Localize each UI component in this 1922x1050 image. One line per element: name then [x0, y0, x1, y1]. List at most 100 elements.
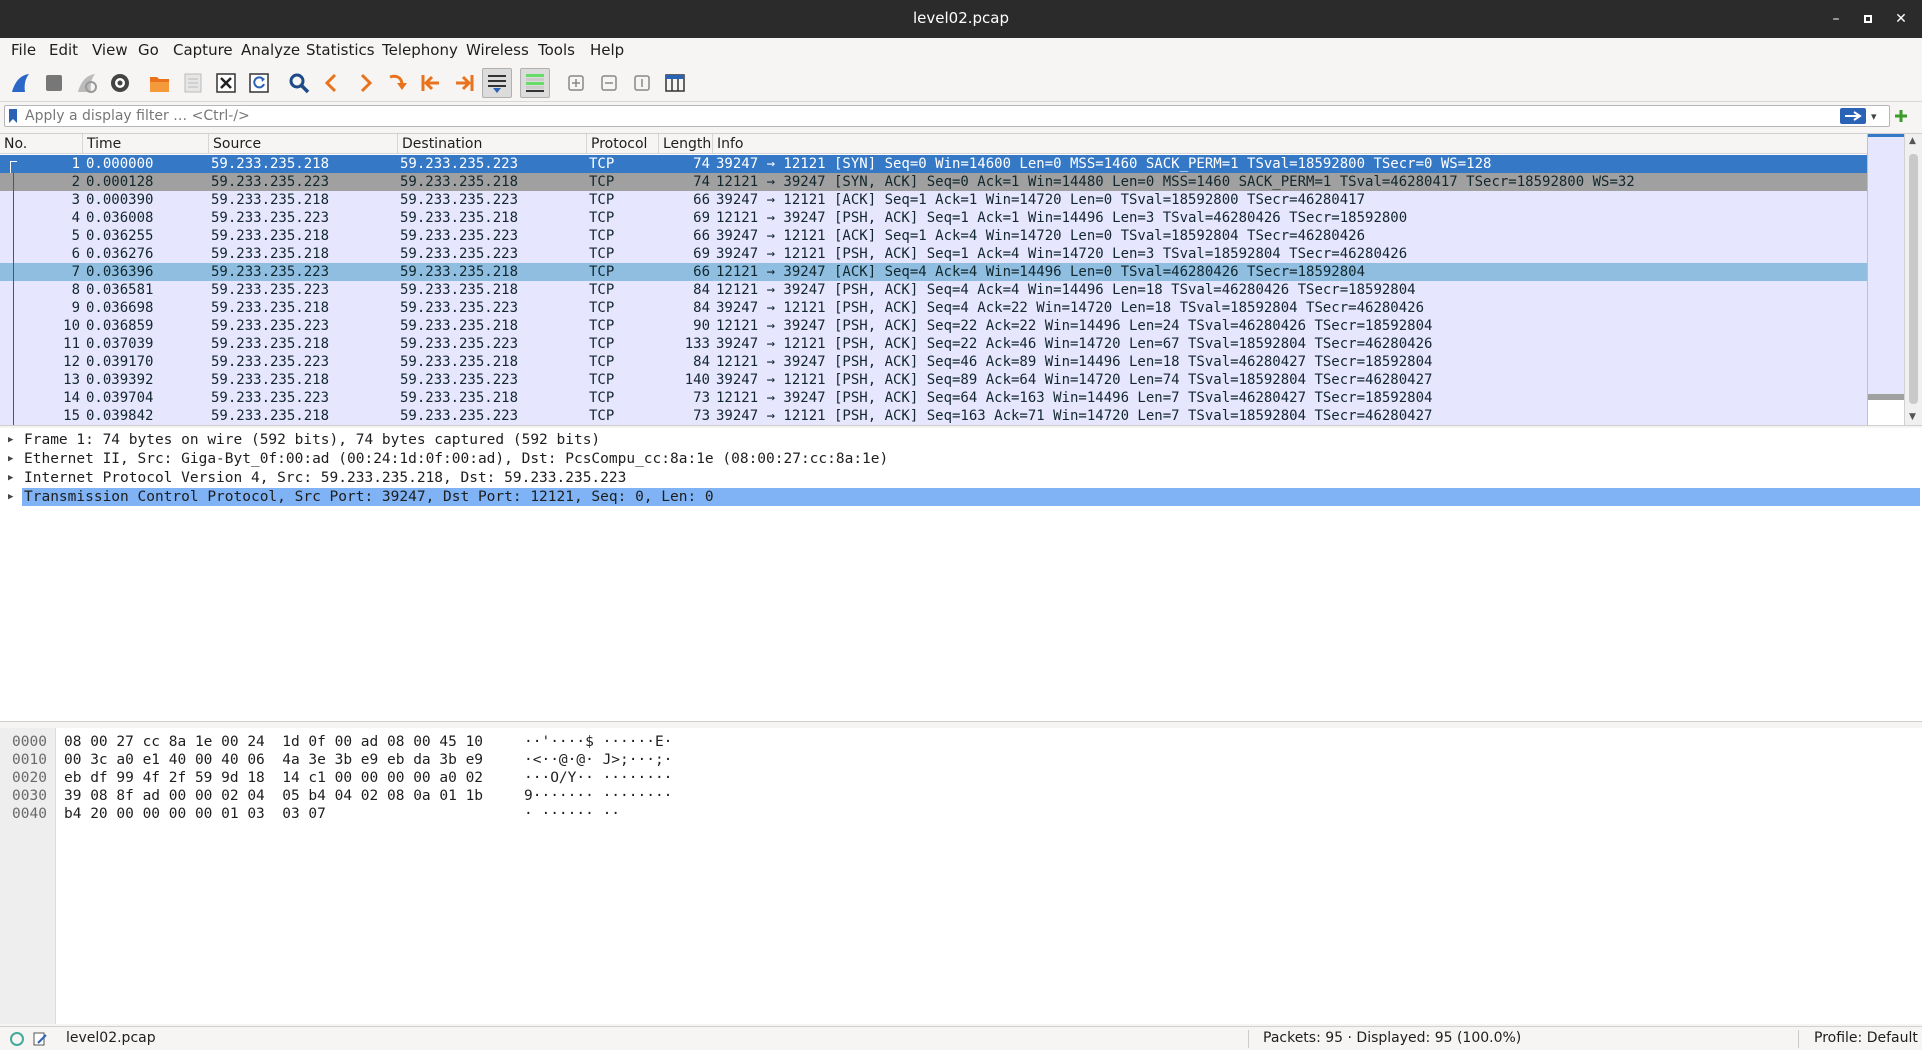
filter-history-dropdown-icon[interactable]: ▾ [1871, 110, 1877, 123]
packet-row[interactable]: 3 0.000390 59.233.235.218 59.233.235.223 TCP… [0, 191, 1867, 209]
filter-bookmark-icon[interactable] [8, 109, 18, 123]
expert-info-icon[interactable] [10, 1032, 24, 1046]
column-header-source[interactable]: Source [209, 134, 398, 154]
packet-row[interactable]: 2 0.000128 59.233.235.223 59.233.235.218 TCP… [0, 173, 1867, 191]
packet-row[interactable]: 1 0.000000 59.233.235.218 59.233.235.223 TCP… [0, 155, 1867, 173]
colorize-icon[interactable] [520, 68, 550, 98]
menu-file[interactable]: File [11, 40, 36, 60]
expand-triangle-icon[interactable]: ▶ [8, 450, 13, 468]
packet-row[interactable]: 8 0.036581 59.233.235.223 59.233.235.218 TCP… [0, 281, 1867, 299]
menu-analyze[interactable]: Analyze [241, 40, 300, 60]
capture-comment-icon[interactable] [32, 1031, 48, 1047]
packet-row[interactable]: 12 0.039170 59.233.235.223 59.233.235.218 TC… [0, 353, 1867, 371]
packet-cell-info: 39247 → 12121 [ACK] Seq=1 Ack=4 Win=1472… [716, 228, 1366, 244]
detail-tree-item[interactable]: ▶ Ethernet II, Src: Giga-Byt_0f:00:ad (00… [0, 450, 1922, 468]
packet-row[interactable]: 9 0.036698 59.233.235.218 59.233.235.223 TCP… [0, 299, 1867, 317]
stop-capture-icon[interactable] [39, 68, 69, 98]
save-file-icon[interactable] [178, 68, 208, 98]
menu-capture[interactable]: Capture [173, 40, 233, 60]
packet-row[interactable]: 7 0.036396 59.233.235.223 59.233.235.218 TCP… [0, 263, 1867, 281]
detail-tree-item[interactable]: ▶ Internet Protocol Version 4, Src: 59.23… [0, 469, 1922, 487]
byte-hex[interactable]: eb df 99 4f 2f 59 9d 18 14 c1 00 00 00 0… [64, 770, 483, 787]
packet-cell-info: 12121 → 39247 [PSH, ACK] Seq=64 Ack=163 … [716, 390, 1433, 406]
menu-telephony[interactable]: Telephony [382, 40, 458, 60]
packet-cell-no: 5 [71, 228, 80, 244]
detail-tree-item[interactable]: ▶ Frame 1: 74 bytes on wire (592 bits), 7… [0, 431, 1922, 449]
minimize-button[interactable]: – [1825, 8, 1847, 30]
packet-cell-dst: 59.233.235.223 [400, 336, 519, 352]
detail-tree-item[interactable]: ▶ Transmission Control Protocol, Src Port… [0, 488, 1922, 506]
menu-statistics[interactable]: Statistics [306, 40, 375, 60]
close-button[interactable]: ✕ [1890, 8, 1912, 30]
packet-row[interactable]: 5 0.036255 59.233.235.218 59.233.235.223 TCP… [0, 227, 1867, 245]
last-packet-icon[interactable] [449, 68, 479, 98]
byte-ascii[interactable]: ···O/Y·· ········ [524, 770, 672, 787]
conversation-line-marker [13, 245, 14, 263]
add-filter-button-icon[interactable] [1890, 105, 1912, 127]
status-profile[interactable]: Profile: Default [1814, 1030, 1918, 1046]
display-filter-input[interactable] [25, 107, 1835, 125]
resize-columns-icon[interactable] [660, 68, 690, 98]
column-header-time[interactable]: Time [83, 134, 209, 154]
packet-cell-time: 0.039392 [86, 372, 154, 388]
column-header-no[interactable]: No. [0, 134, 83, 154]
packet-row[interactable]: 13 0.039392 59.233.235.218 59.233.235.223 TC… [0, 371, 1867, 389]
expand-triangle-icon[interactable]: ▶ [8, 488, 13, 506]
autoscroll-icon[interactable] [482, 68, 512, 98]
expand-triangle-icon[interactable]: ▶ [8, 431, 13, 449]
menu-go[interactable]: Go [138, 40, 159, 60]
byte-hex[interactable]: b4 20 00 00 00 00 01 03 03 07 [64, 806, 326, 823]
byte-ascii[interactable]: 9······· ········ [524, 788, 672, 805]
menu-tools[interactable]: Tools [538, 40, 575, 60]
go-to-packet-icon[interactable] [383, 68, 413, 98]
apply-filter-arrow-icon[interactable] [1840, 108, 1866, 124]
byte-ascii[interactable]: · ······ ·· [524, 806, 620, 823]
normal-size-icon[interactable] [627, 68, 657, 98]
restart-capture-icon[interactable] [72, 68, 102, 98]
packet-row[interactable]: 14 0.039704 59.233.235.223 59.233.235.218 TC… [0, 389, 1867, 407]
packet-cell-len: 74 [693, 156, 710, 172]
expand-triangle-icon[interactable]: ▶ [8, 469, 13, 487]
column-header-protocol[interactable]: Protocol [587, 134, 659, 154]
find-packet-icon[interactable] [284, 68, 314, 98]
status-bar: level02.pcap Packets: 95 · Displayed: 95… [0, 1026, 1922, 1050]
title-bar: level02.pcap – ✕ [0, 0, 1922, 38]
packet-cell-len: 66 [693, 264, 710, 280]
byte-hex[interactable]: 00 3c a0 e1 40 00 40 06 4a 3e 3b e9 eb d… [64, 752, 483, 769]
zoom-in-icon[interactable] [561, 68, 591, 98]
column-header-length[interactable]: Length [659, 134, 713, 154]
byte-hex[interactable]: 39 08 8f ad 00 00 02 04 05 b4 04 02 08 0… [64, 788, 483, 805]
go-forward-icon[interactable] [350, 68, 380, 98]
reload-file-icon[interactable] [244, 68, 274, 98]
byte-ascii[interactable]: ··'····$ ······E· [524, 734, 672, 751]
first-packet-icon[interactable] [416, 68, 446, 98]
capture-options-icon[interactable] [105, 68, 135, 98]
maximize-button[interactable] [1857, 8, 1879, 30]
close-file-icon[interactable] [211, 68, 241, 98]
column-header-destination[interactable]: Destination [398, 134, 587, 154]
packet-row[interactable]: 11 0.037039 59.233.235.218 59.233.235.223 TC… [0, 335, 1867, 353]
byte-hex[interactable]: 08 00 27 cc 8a 1e 00 24 1d 0f 00 ad 08 0… [64, 734, 483, 751]
menu-edit[interactable]: Edit [49, 40, 78, 60]
packet-minimap[interactable] [1867, 134, 1905, 425]
menu-help[interactable]: Help [590, 40, 624, 60]
packet-list-scrollbar[interactable]: ▲ ▼ [1904, 134, 1922, 425]
byte-offset: 0030 [12, 788, 47, 804]
start-capture-icon[interactable] [6, 68, 36, 98]
packet-cell-time: 0.039170 [86, 354, 154, 370]
zoom-out-icon[interactable] [594, 68, 624, 98]
conversation-line-marker [13, 173, 14, 191]
packet-cell-time: 0.000128 [86, 174, 154, 190]
packet-row[interactable]: 10 0.036859 59.233.235.223 59.233.235.218 TC… [0, 317, 1867, 335]
packet-row[interactable]: 6 0.036276 59.233.235.218 59.233.235.223 TCP… [0, 245, 1867, 263]
byte-ascii[interactable]: ·<··@·@· J>;···;· [524, 752, 672, 769]
open-file-icon[interactable] [145, 68, 175, 98]
packet-cell-proto: TCP [589, 300, 615, 316]
menu-wireless[interactable]: Wireless [466, 40, 529, 60]
column-header-info[interactable]: Info [713, 134, 1867, 154]
packet-cell-no: 2 [71, 174, 80, 190]
packet-row[interactable]: 4 0.036008 59.233.235.223 59.233.235.218 TCP… [0, 209, 1867, 227]
menu-view[interactable]: View [92, 40, 128, 60]
go-back-icon[interactable] [317, 68, 347, 98]
packet-row[interactable]: 15 0.039842 59.233.235.218 59.233.235.223 TC… [0, 407, 1867, 425]
